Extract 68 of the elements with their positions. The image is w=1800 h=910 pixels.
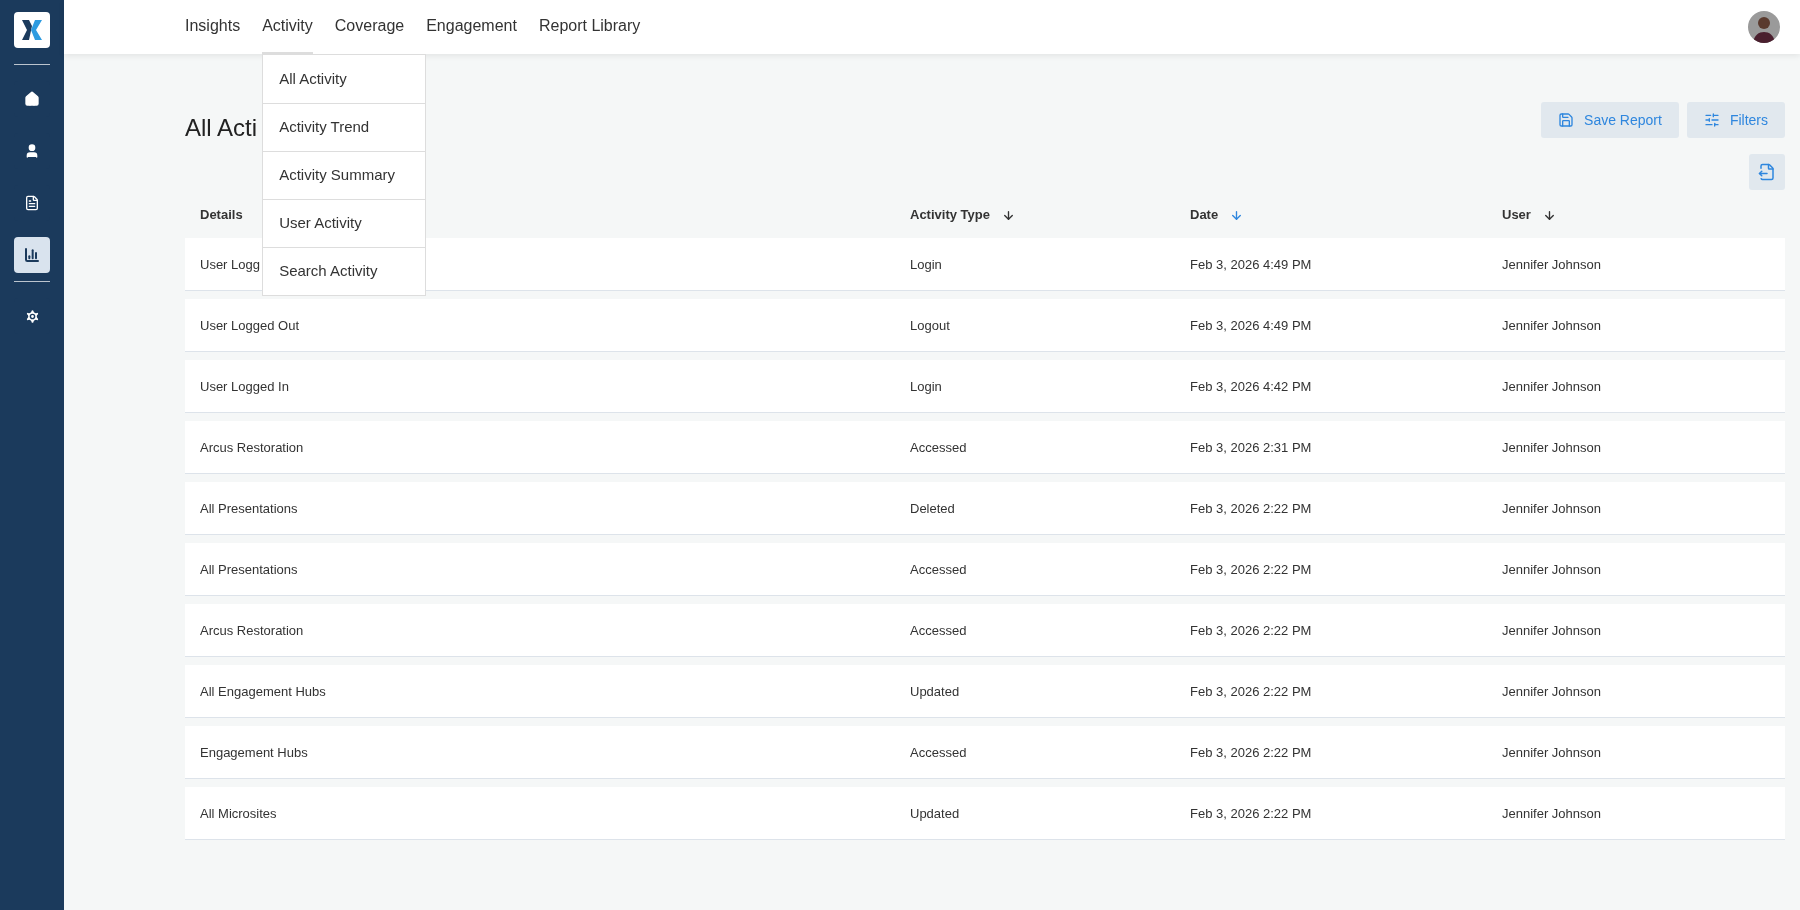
table-cell: Feb 3, 2026 2:22 PM [1190,562,1312,577]
table-cell: Engagement Hubs [200,745,308,760]
table-cell: Jennifer Johnson [1502,806,1601,821]
table-cell: All Presentations [200,501,298,516]
table-cell: Accessed [910,440,967,455]
home-icon [24,91,40,107]
sort-arrow-icon[interactable] [1001,208,1015,222]
logo-icon [14,12,50,48]
table-cell: Feb 3, 2026 2:22 PM [1190,806,1312,821]
table-cell: Login [910,379,942,394]
table-cell: User Logged Out [200,318,299,333]
table-cell: Jennifer Johnson [1502,684,1601,699]
bar-chart-icon [24,247,40,263]
menu-item[interactable]: All Activity [263,55,426,103]
table-cell: Accessed [910,623,967,638]
table-cell: Feb 3, 2026 4:49 PM [1190,257,1312,272]
table-cell: Logout [910,318,950,333]
column-header: Details [200,206,243,225]
column-header[interactable]: User [1502,205,1531,225]
table-cell: Jennifer Johnson [1502,379,1601,394]
nav-tab[interactable]: Report Library [538,0,641,54]
table-cell: Feb 3, 2026 2:22 PM [1190,684,1312,699]
table-cell: Jennifer Johnson [1502,745,1601,760]
save-icon [1558,112,1575,128]
export-button[interactable] [1749,154,1785,190]
file-export-icon [1758,163,1776,181]
table-cell: Arcus Restoration [200,623,304,638]
table-cell: Jennifer Johnson [1502,440,1601,455]
column-header[interactable]: Activity Type [910,205,990,225]
table-cell: All Microsites [200,806,277,821]
table-cell: Deleted [910,501,955,516]
table-cell: Feb 3, 2026 2:22 PM [1190,623,1312,638]
menu-item[interactable]: User Activity [263,199,426,247]
table-cell: Feb 3, 2026 4:42 PM [1190,379,1312,394]
table-cell: Jennifer Johnson [1502,562,1601,577]
avatar[interactable] [1748,11,1780,43]
table-cell: Updated [910,684,960,699]
table-cell: Feb 3, 2026 4:49 PM [1190,318,1312,333]
table-cell: Jennifer Johnson [1502,257,1601,272]
sort-arrow-icon[interactable] [1542,208,1556,222]
nav-tab[interactable]: Insights [185,0,241,54]
table-cell: Accessed [910,745,967,760]
column-header[interactable]: Date [1190,205,1219,225]
table-cell: All Presentations [200,562,298,577]
table-cell: Jennifer Johnson [1502,318,1601,333]
table-cell: Jennifer Johnson [1502,501,1601,516]
table-cell: User Logged In [200,379,289,394]
menu-item[interactable]: Activity Trend [263,103,426,151]
settings-icon [23,307,41,325]
table-cell: Accessed [910,562,967,577]
nav-tab[interactable]: Coverage [334,0,405,54]
table-cell: Feb 3, 2026 2:31 PM [1190,440,1312,455]
table-cell: Arcus Restoration [200,440,304,455]
sliders-icon [1703,112,1720,128]
table-cell: Feb 3, 2026 2:22 PM [1190,501,1312,516]
table-cell: User Logg [200,257,260,272]
table-cell: Updated [910,806,960,821]
person-icon [24,143,40,159]
document-icon [24,195,40,211]
nav-tab[interactable]: Engagement [426,0,517,54]
menu-item[interactable]: Activity Summary [263,151,426,199]
page-title: All Acti [185,113,258,143]
table-cell: Feb 3, 2026 2:22 PM [1190,745,1312,760]
table-cell: All Engagement Hubs [200,684,326,699]
table-cell: Login [910,257,942,272]
sidebar-item[interactable] [14,237,50,273]
menu-item[interactable]: Search Activity [263,247,426,295]
table-cell: Jennifer Johnson [1502,623,1601,638]
